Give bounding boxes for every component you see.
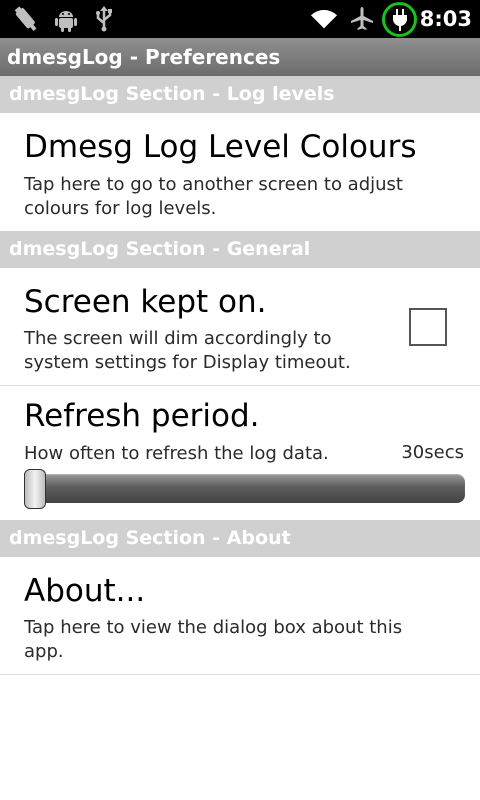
refresh-period-value: 30secs bbox=[401, 442, 464, 463]
charging-icon bbox=[382, 2, 417, 37]
pref-screen-kept-on[interactable]: Screen kept on. The screen will dim acco… bbox=[0, 268, 480, 385]
wifi-icon bbox=[310, 5, 338, 33]
pref-refresh-period[interactable]: Refresh period. How often to refresh the… bbox=[0, 386, 480, 520]
pref-title: About... bbox=[24, 573, 146, 609]
section-header-label: dmesgLog Section - Log levels bbox=[9, 83, 335, 105]
status-time: 8:03 bbox=[419, 7, 472, 31]
pref-summary: How often to refresh the log data. bbox=[24, 443, 329, 464]
pref-log-level-colours[interactable]: Dmesg Log Level Colours Tap here to go t… bbox=[0, 113, 480, 231]
android-debug-icon bbox=[52, 5, 80, 33]
divider bbox=[0, 674, 480, 675]
pref-title: Dmesg Log Level Colours bbox=[24, 129, 417, 165]
section-header-label: dmesgLog Section - About bbox=[9, 527, 291, 549]
usb-debug-icon bbox=[12, 5, 40, 33]
usb-icon bbox=[90, 5, 118, 33]
pref-title: Refresh period. bbox=[24, 398, 260, 434]
screen-kept-on-checkbox[interactable] bbox=[409, 308, 447, 346]
title-bar: dmesgLog - Preferences bbox=[0, 38, 480, 76]
pref-summary: The screen will dim accordingly to syste… bbox=[24, 328, 351, 373]
pref-title: Screen kept on. bbox=[24, 284, 267, 320]
section-header-general: dmesgLog Section - General bbox=[0, 231, 480, 268]
pref-summary: Tap here to go to another screen to adju… bbox=[24, 174, 403, 219]
status-bar: 8:03 bbox=[0, 0, 480, 38]
app-title: dmesgLog - Preferences bbox=[7, 45, 281, 69]
airplane-icon bbox=[348, 5, 376, 33]
section-header-label: dmesgLog Section - General bbox=[9, 238, 311, 260]
pref-summary: Tap here to view the dialog box about th… bbox=[24, 617, 403, 662]
section-header-about: dmesgLog Section - About bbox=[0, 520, 480, 557]
refresh-period-slider[interactable] bbox=[24, 474, 465, 503]
refresh-period-slider-thumb[interactable] bbox=[24, 469, 46, 509]
section-header-log-levels: dmesgLog Section - Log levels bbox=[0, 76, 480, 113]
pref-about[interactable]: About... Tap here to view the dialog box… bbox=[0, 557, 480, 674]
